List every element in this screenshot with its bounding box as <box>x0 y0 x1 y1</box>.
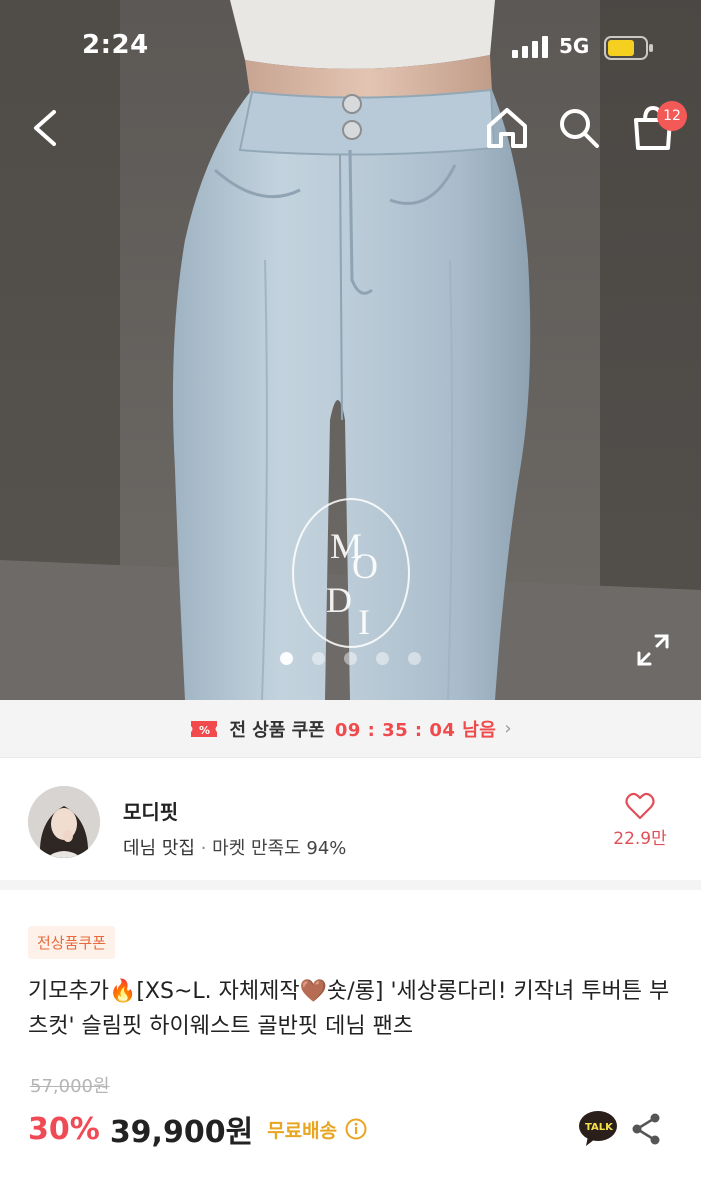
shop-description: 데님 맛집 · 마켓 만족도 94% <box>123 834 346 860</box>
separator: · <box>194 838 213 859</box>
coupon-banner[interactable]: % 전 상품 쿠폰 09 : 35 : 04 남음 › <box>0 700 701 758</box>
logo-letter: I <box>358 602 370 642</box>
avatar[interactable] <box>28 786 100 858</box>
share-icon[interactable] <box>630 1112 662 1146</box>
price-row: 30% 39,900원 무료배송 <box>28 1107 367 1151</box>
market-satisfaction: 마켓 만족도 94% <box>212 838 347 859</box>
coupon-timer: 09 : 35 : 04 남음 <box>334 719 497 741</box>
like-count: 22.9만 <box>613 829 667 849</box>
home-icon[interactable] <box>484 104 530 152</box>
carousel-dot[interactable] <box>344 652 357 665</box>
free-shipping-label: 무료배송 <box>267 1119 338 1142</box>
svg-text:TALK: TALK <box>585 1122 614 1133</box>
carousel-dot[interactable] <box>312 652 325 665</box>
sale-price: 39,900원 <box>109 1115 254 1150</box>
signal-icon <box>512 36 548 58</box>
discount-rate: 30% <box>28 1111 100 1147</box>
coupon-ticket-icon: % <box>191 720 218 737</box>
heart-icon <box>625 792 655 820</box>
carousel-indicator <box>280 652 421 668</box>
search-icon[interactable] <box>556 104 602 152</box>
status-time: 2:24 <box>82 30 149 60</box>
original-price: 57,000원 <box>30 1076 110 1097</box>
kakao-talk-icon[interactable]: TALK <box>578 1110 618 1148</box>
back-icon[interactable] <box>24 104 68 152</box>
coupon-badge: 전상품쿠폰 <box>28 926 116 959</box>
battery-icon <box>604 36 653 60</box>
carousel-dot[interactable] <box>280 652 293 665</box>
network-type: 5G <box>559 34 590 58</box>
product-info: 전상품쿠폰 기모추가🔥[XS~L. 자체제작🤎숏/롱] '세상롱다리! 키작녀 … <box>0 900 701 1200</box>
shop-info[interactable]: 모디핏 데님 맛집 · 마켓 만족도 94% 22.9만 <box>0 758 701 890</box>
coupon-label: 전 상품 쿠폰 <box>229 719 325 741</box>
brand-logo-watermark: M O D I <box>292 498 410 648</box>
shop-like-button[interactable]: 22.9만 <box>608 792 672 849</box>
carousel-dot[interactable] <box>376 652 389 665</box>
fullscreen-icon[interactable] <box>636 633 670 667</box>
product-title: 기모추가🔥[XS~L. 자체제작🤎숏/롱] '세상롱다리! 키작녀 투버튼 부츠… <box>28 979 670 1039</box>
carousel-dot[interactable] <box>408 652 421 665</box>
cart-count-badge: 12 <box>657 101 687 131</box>
chevron-right-icon: › <box>504 718 512 739</box>
svg-text:%: % <box>199 724 210 737</box>
product-image-carousel[interactable]: 2:24 5G 12 M O D I <box>0 0 701 700</box>
logo-letter: O <box>352 546 378 586</box>
info-icon[interactable] <box>345 1118 367 1140</box>
shop-name[interactable]: 모디핏 <box>123 796 178 825</box>
logo-letter: D <box>326 580 352 620</box>
status-bar: 2:24 5G <box>0 28 701 68</box>
shop-tag: 데님 맛집 <box>123 838 195 859</box>
